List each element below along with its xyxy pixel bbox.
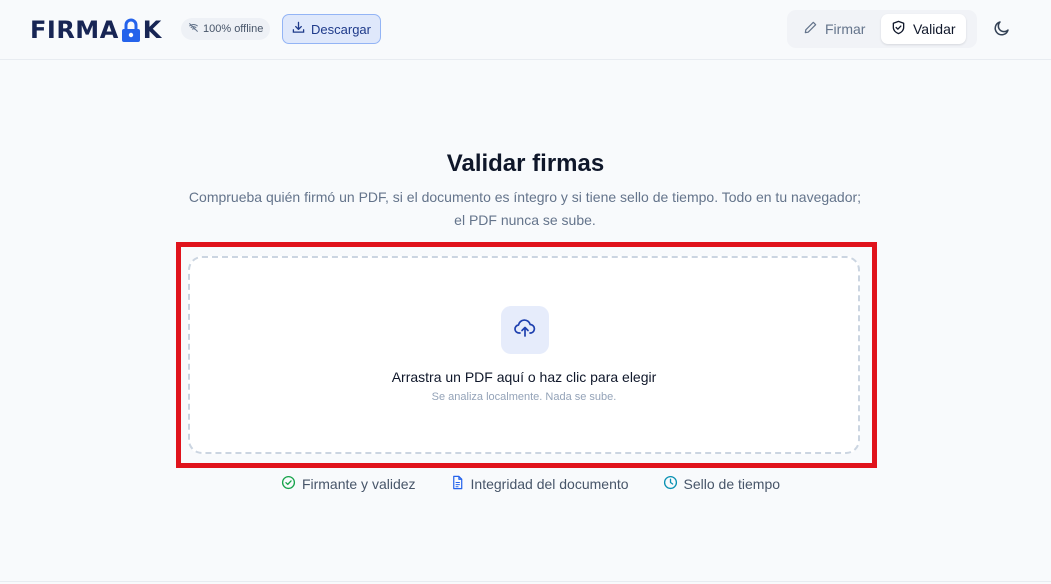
offline-badge: 100% offline — [181, 18, 271, 40]
logo-text-right: K — [142, 16, 162, 44]
shield-check-icon — [891, 20, 906, 38]
feature-timestamp-label: Sello de tiempo — [683, 476, 781, 492]
mode-switcher: Firmar Validar — [787, 10, 977, 48]
moon-icon — [993, 19, 1011, 42]
wifi-off-icon — [188, 22, 199, 36]
tab-validar-label: Validar — [913, 21, 956, 37]
page-subtitle: Comprueba quién firmó un PDF, si el docu… — [175, 186, 875, 232]
tab-validar[interactable]: Validar — [881, 14, 966, 44]
subtitle-line-2: el PDF nunca se sube. — [454, 212, 596, 228]
feature-timestamp: Sello de tiempo — [663, 474, 781, 494]
feature-list: Firmante y validez Integridad del docume… — [0, 474, 1051, 494]
pencil-icon — [803, 20, 818, 38]
lock-icon — [120, 18, 142, 42]
offline-badge-label: 100% offline — [203, 23, 264, 35]
clock-icon — [663, 475, 678, 493]
cloud-upload-icon — [513, 316, 537, 345]
feature-document-integrity-label: Integridad del documento — [470, 476, 629, 492]
tab-firmar-label: Firmar — [825, 21, 866, 37]
pdf-dropzone[interactable]: Arrastra un PDF aquí o haz clic para ele… — [188, 256, 860, 454]
download-icon — [292, 21, 305, 37]
download-button-label: Descargar — [311, 21, 371, 37]
dropzone-sub-text: Se analiza localmente. Nada se sube. — [431, 391, 617, 403]
subtitle-line-1: Comprueba quién firmó un PDF, si el docu… — [188, 189, 862, 205]
top-bar: FIRMA K 100% offline Descargar Firmar Va… — [0, 0, 1051, 60]
logo-text-left: FIRMA — [30, 16, 119, 44]
feature-signer-validity-label: Firmante y validez — [301, 476, 416, 492]
footer-divider — [0, 581, 1051, 582]
page-title: Validar firmas — [446, 150, 605, 177]
dropzone-main-text: Arrastra un PDF aquí o haz clic para ele… — [391, 369, 657, 385]
download-button[interactable]: Descargar — [282, 14, 381, 44]
theme-toggle-button[interactable] — [988, 16, 1016, 44]
tab-firmar[interactable]: Firmar — [793, 14, 875, 44]
feature-document-integrity: Integridad del documento — [450, 474, 629, 494]
feature-signer-validity: Firmante y validez — [281, 474, 416, 494]
check-circle-icon — [281, 475, 296, 493]
document-icon — [450, 475, 465, 493]
upload-icon-box — [501, 306, 549, 354]
logo[interactable]: FIRMA K — [30, 16, 162, 44]
